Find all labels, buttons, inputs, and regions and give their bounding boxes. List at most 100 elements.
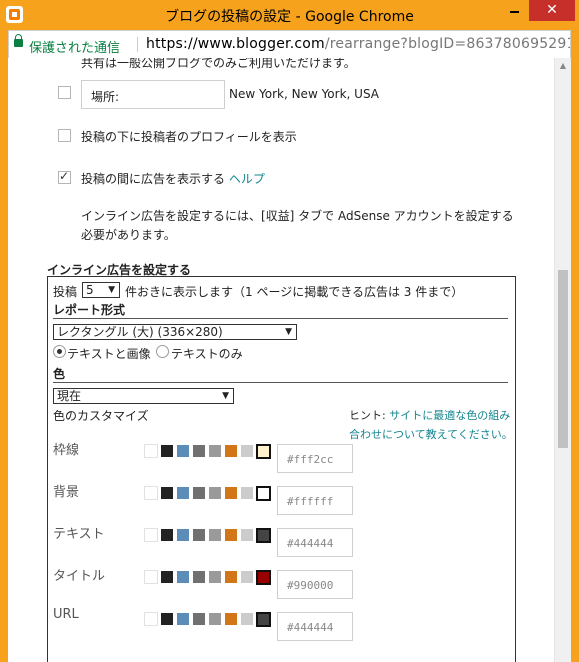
address-bar[interactable]: 保護された通信 https://www.blogger.com/rearrang…: [8, 30, 571, 58]
color-swatch[interactable]: [224, 444, 238, 458]
color-swatch[interactable]: [240, 612, 254, 626]
color-swatch[interactable]: [160, 486, 174, 500]
color-swatch[interactable]: [240, 570, 254, 584]
color-swatch[interactable]: [192, 612, 206, 626]
color-swatch[interactable]: [208, 486, 222, 500]
text-image-label: テキストと画像: [67, 347, 151, 361]
url-host: https://www.blogger.com: [146, 36, 325, 52]
adsense-note-line1: インライン広告を設定するには、[収益] タブで AdSense アカウントを設定…: [81, 209, 514, 223]
dropdown-arrow-icon: ▼: [222, 391, 229, 401]
customize-colors-label: 色のカスタマイズ: [53, 409, 149, 423]
color-swatch[interactable]: [240, 528, 254, 542]
vertical-scrollbar[interactable]: ▲: [554, 58, 571, 662]
color-swatch[interactable]: [176, 444, 190, 458]
color-hex-input[interactable]: #990000: [277, 570, 353, 599]
hint-link-cont[interactable]: 合わせについて教えてください。: [349, 426, 513, 442]
color-swatch[interactable]: [176, 612, 190, 626]
color-swatch[interactable]: [160, 612, 174, 626]
adsense-note-line2: 必要があります。: [81, 228, 176, 242]
color-hex-input[interactable]: #fff2cc: [277, 444, 353, 473]
color-swatch[interactable]: [144, 612, 158, 626]
ad-format-value: レクタングル (大) (336×280): [57, 325, 223, 339]
color-hex-input[interactable]: #444444: [277, 528, 353, 557]
hint-prefix: ヒント:: [349, 409, 386, 422]
selected-color-swatch[interactable]: [256, 612, 271, 627]
color-swatch[interactable]: [192, 528, 206, 542]
color-swatch[interactable]: [208, 528, 222, 542]
color-swatch[interactable]: [144, 570, 158, 584]
color-scheme-select[interactable]: 現在 ▼: [53, 388, 234, 404]
ad-format-select[interactable]: レクタングル (大) (336×280) ▼: [53, 324, 297, 340]
page-content: 共有は一般公開ブログでのみご利用いただけます。 場所: New York, Ne…: [8, 58, 571, 662]
color-swatch[interactable]: [240, 444, 254, 458]
text-image-radio[interactable]: [53, 345, 66, 358]
color-swatch[interactable]: [224, 612, 238, 626]
color-swatch[interactable]: [160, 444, 174, 458]
every-suffix: 件おきに表示します（1 ページに掲載できる広告は 3 件まで）: [125, 285, 464, 299]
sharing-note: 共有は一般公開ブログでのみご利用いただけます。: [81, 58, 356, 70]
show-profile-checkbox[interactable]: [58, 129, 71, 142]
color-label: URL: [53, 607, 79, 622]
show-ads-checkbox[interactable]: [58, 169, 71, 184]
secure-label: 保護された通信: [29, 41, 121, 56]
show-ads-label: 投稿の間に広告を表示する: [81, 172, 226, 186]
color-swatch[interactable]: [224, 570, 238, 584]
color-swatch[interactable]: [208, 570, 222, 584]
color-swatch[interactable]: [240, 486, 254, 500]
selected-color-swatch[interactable]: [256, 486, 271, 501]
color-hex-input[interactable]: #ffffff: [277, 486, 353, 515]
color-swatch[interactable]: [192, 444, 206, 458]
color-heading: 色: [53, 367, 66, 381]
divider: [53, 382, 508, 383]
color-swatch[interactable]: [144, 486, 158, 500]
selected-color-swatch[interactable]: [256, 570, 271, 585]
color-swatch[interactable]: [144, 528, 158, 542]
color-swatch[interactable]: [160, 528, 174, 542]
color-swatch[interactable]: [176, 528, 190, 542]
ad-frequency-select[interactable]: 5 ▼: [82, 282, 120, 298]
hint-line1: ヒント: サイトに最適な色の組み: [349, 407, 510, 423]
color-swatch[interactable]: [208, 612, 222, 626]
hint-link[interactable]: サイトに最適な色の組み: [389, 409, 510, 422]
report-format-heading: レポート形式: [53, 303, 126, 317]
inline-ads-panel: 投稿 5 ▼ 件おきに表示します（1 ページに掲載できる広告は 3 件まで） レ…: [47, 276, 516, 662]
color-swatch[interactable]: [224, 486, 238, 500]
color-scheme-value: 現在: [57, 389, 82, 403]
text-only-radio[interactable]: [156, 345, 169, 358]
color-swatch[interactable]: [144, 444, 158, 458]
color-swatch[interactable]: [208, 444, 222, 458]
divider: [53, 318, 508, 319]
title-bar: ブログの投稿の設定 - Google Chrome ✕: [0, 0, 579, 30]
scroll-up-icon[interactable]: ▲: [555, 58, 571, 74]
minimize-button[interactable]: [501, 0, 527, 21]
dropdown-arrow-icon: ▼: [108, 285, 115, 295]
url-path: /rearrange?blogID=8637806952919: [324, 36, 571, 52]
show-ads-row: 投稿の間に広告を表示する ヘルプ: [81, 170, 265, 187]
location-input[interactable]: 場所:: [81, 80, 225, 109]
color-label: テキスト: [53, 527, 105, 542]
close-button[interactable]: ✕: [529, 0, 575, 21]
text-only-label: テキストのみ: [171, 347, 243, 361]
color-swatch[interactable]: [160, 570, 174, 584]
color-swatch[interactable]: [192, 570, 206, 584]
ad-frequency-value: 5: [86, 283, 94, 297]
help-link[interactable]: ヘルプ: [229, 172, 265, 186]
url-text[interactable]: https://www.blogger.com/rearrange?blogID…: [146, 36, 571, 52]
location-value: New York, New York, USA: [229, 87, 379, 101]
dropdown-arrow-icon: ▼: [285, 327, 292, 337]
scroll-thumb[interactable]: [558, 270, 568, 448]
color-swatch[interactable]: [192, 486, 206, 500]
selected-color-swatch[interactable]: [256, 528, 271, 543]
color-swatch[interactable]: [224, 528, 238, 542]
color-swatch[interactable]: [176, 570, 190, 584]
color-label: 背景: [53, 485, 80, 500]
color-hex-input[interactable]: #444444: [277, 612, 353, 641]
lock-icon: [14, 34, 23, 47]
location-checkbox[interactable]: [58, 86, 71, 99]
color-label: タイトル: [53, 569, 106, 584]
selected-color-swatch[interactable]: [256, 444, 271, 459]
color-swatch[interactable]: [176, 486, 190, 500]
address-separator: [137, 37, 138, 52]
show-profile-label: 投稿の下に投稿者のプロフィールを表示: [81, 130, 297, 144]
color-label: 枠線: [53, 443, 80, 458]
